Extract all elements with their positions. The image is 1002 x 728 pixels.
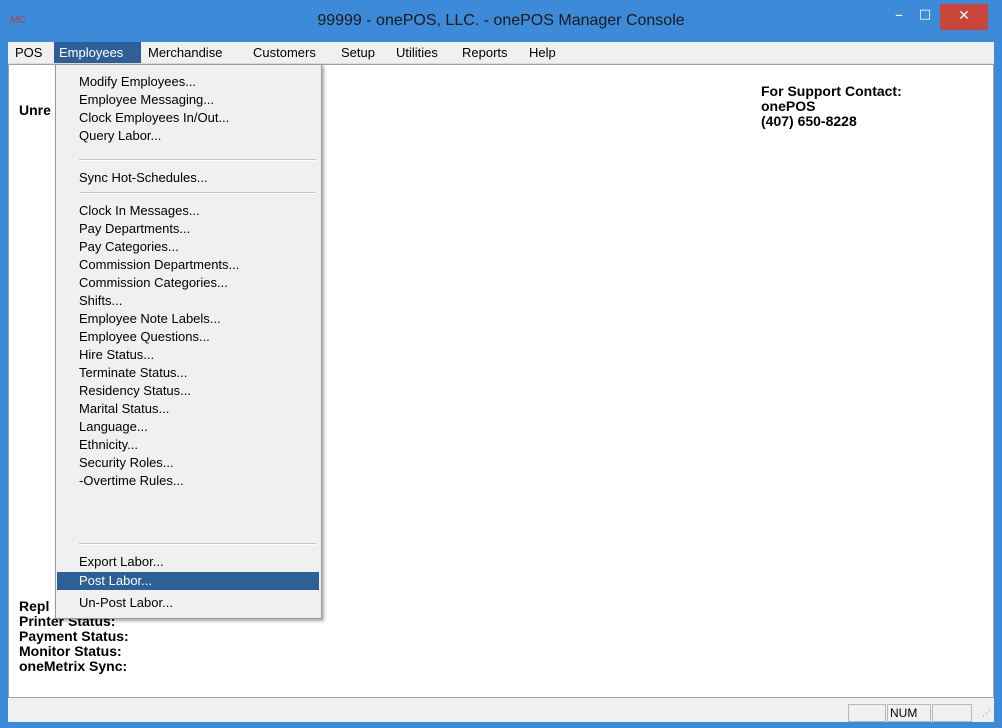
menu-item-ethnicity[interactable]: Ethnicity... — [57, 436, 319, 454]
resize-grip-icon[interactable]: ⋰ — [982, 709, 991, 719]
menu-item-post-labor[interactable]: Post Labor... — [57, 572, 319, 590]
menu-item-pay-categories[interactable]: Pay Categories... — [57, 238, 319, 256]
maximize-button[interactable]: □ — [912, 2, 938, 30]
menu-item-employee-questions[interactable]: Employee Questions... — [57, 328, 319, 346]
menu-utilities[interactable]: Utilities — [391, 42, 443, 63]
payment-status-label: Payment Status: — [19, 628, 129, 644]
menu-item-un-post-labor[interactable]: Un-Post Labor... — [57, 594, 319, 612]
onemetrix-sync-label: oneMetrix Sync: — [19, 658, 128, 674]
menu-separator — [79, 192, 316, 194]
menu-reports[interactable]: Reports — [457, 42, 513, 63]
menu-separator — [79, 543, 316, 545]
menu-item-commission-categories[interactable]: Commission Categories... — [57, 274, 319, 292]
menu-item-query-labor[interactable]: Query Labor... — [57, 127, 319, 145]
menu-pos[interactable]: POS — [10, 42, 47, 63]
menu-item-language[interactable]: Language... — [57, 418, 319, 436]
menu-item-terminate-status[interactable]: Terminate Status... — [57, 364, 319, 382]
num-lock-indicator: NUM — [887, 704, 931, 722]
minimize-button[interactable]: – — [886, 2, 912, 30]
menu-item-security-roles[interactable]: Security Roles... — [57, 454, 319, 472]
menu-item-modify-employees[interactable]: Modify Employees... — [57, 73, 319, 91]
menu-bar: POS Employees Merchandise Customers Setu… — [8, 42, 994, 64]
menu-merchandise[interactable]: Merchandise — [143, 42, 227, 63]
menu-item-pay-departments[interactable]: Pay Departments... — [57, 220, 319, 238]
menu-item-employee-note-labels[interactable]: Employee Note Labels... — [57, 310, 319, 328]
menu-item-overtime-rules[interactable]: -Overtime Rules... — [57, 472, 319, 490]
window-title: 99999 - onePOS, LLC. - onePOS Manager Co… — [317, 12, 685, 29]
menu-separator — [79, 159, 316, 161]
menu-help[interactable]: Help — [524, 42, 561, 63]
employees-dropdown-menu: Modify Employees... Employee Messaging..… — [55, 64, 322, 619]
menu-customers[interactable]: Customers — [248, 42, 321, 63]
menu-item-commission-departments[interactable]: Commission Departments... — [57, 256, 319, 274]
status-cell-empty — [848, 704, 886, 722]
status-cell-scroll — [932, 704, 972, 722]
menu-item-sync-hot-schedules[interactable]: Sync Hot-Schedules... — [57, 169, 319, 187]
monitor-status-label: Monitor Status: — [19, 643, 122, 659]
menu-item-marital-status[interactable]: Marital Status... — [57, 400, 319, 418]
support-heading: For Support Contact: — [761, 83, 902, 99]
menu-employees[interactable]: Employees — [54, 42, 141, 63]
menu-item-residency-status[interactable]: Residency Status... — [57, 382, 319, 400]
support-phone: (407) 650-8228 — [761, 113, 857, 129]
partial-label-bottom: Repl — [19, 598, 50, 614]
menu-item-clock-employees[interactable]: Clock Employees In/Out... — [57, 109, 319, 127]
menu-setup[interactable]: Setup — [336, 42, 380, 63]
menu-item-clock-in-messages[interactable]: Clock In Messages... — [57, 202, 319, 220]
title-bar[interactable]: MC 99999 - onePOS, LLC. - onePOS Manager… — [0, 0, 1002, 42]
menu-item-export-labor[interactable]: Export Labor... — [57, 553, 319, 571]
menu-item-hire-status[interactable]: Hire Status... — [57, 346, 319, 364]
menu-item-employee-messaging[interactable]: Employee Messaging... — [57, 91, 319, 109]
support-company: onePOS — [761, 98, 816, 114]
partial-label-top: Unre — [19, 102, 51, 118]
close-button[interactable]: ✕ — [940, 4, 988, 30]
menu-item-shifts[interactable]: Shifts... — [57, 292, 319, 310]
status-bar: NUM ⋰ — [8, 698, 994, 722]
